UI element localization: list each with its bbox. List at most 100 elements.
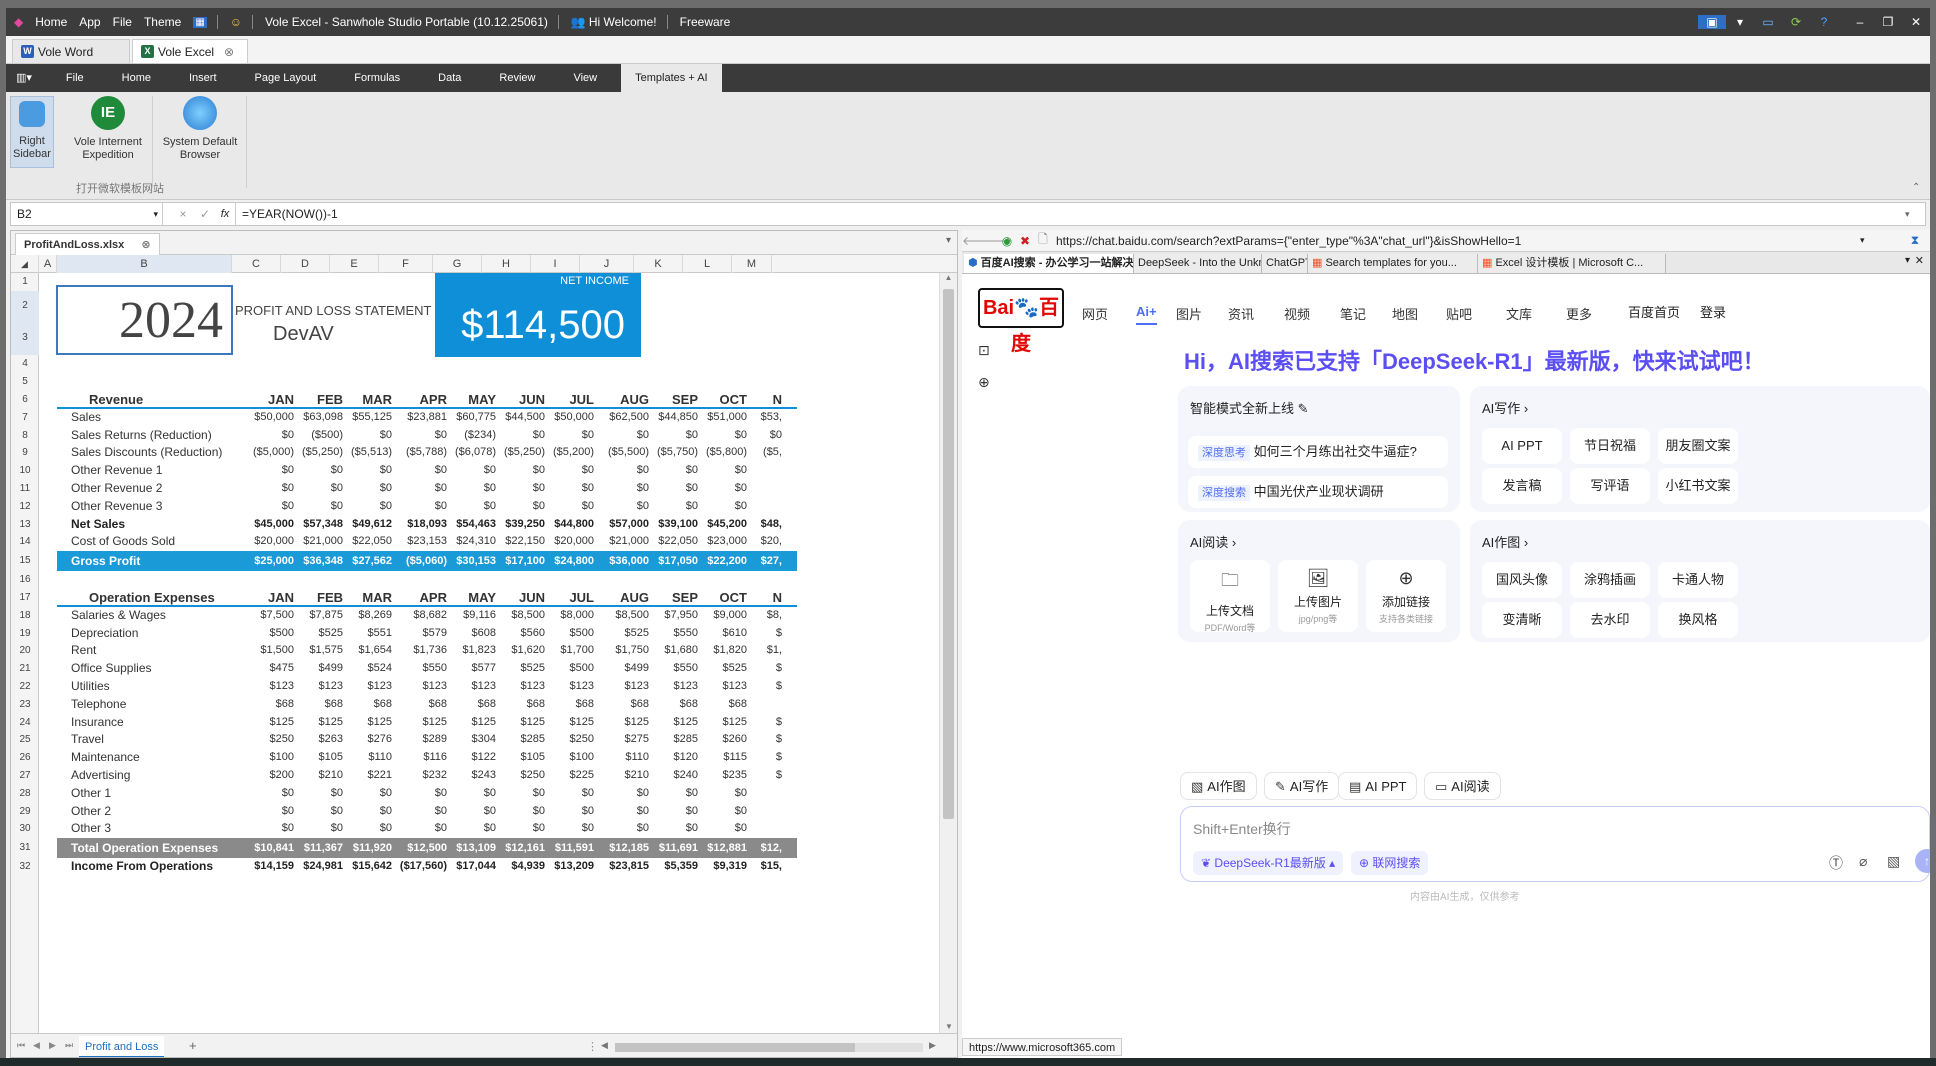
ai-writing-item[interactable]: 发言稿 xyxy=(1482,468,1562,504)
value-cell[interactable]: $27,562 xyxy=(348,551,392,571)
column-header-b[interactable]: B xyxy=(57,255,232,273)
value-cell[interactable]: $0 xyxy=(550,427,594,445)
value-cell[interactable]: $44,800 xyxy=(550,516,594,534)
chat-input[interactable]: Shift+Enter换行 xyxy=(1193,819,1291,839)
sheet-nav-next-icon[interactable]: ▶ xyxy=(49,1040,56,1051)
row-header-10[interactable]: 10 xyxy=(11,462,39,480)
value-cell[interactable]: $260 xyxy=(703,731,747,749)
sheet-nav-prev-icon[interactable]: ◀ xyxy=(33,1040,40,1051)
value-cell[interactable]: $0 xyxy=(550,498,594,516)
value-cell[interactable]: $0 xyxy=(599,498,649,516)
value-cell[interactable]: $500 xyxy=(550,660,594,678)
value-cell[interactable]: $235 xyxy=(703,767,747,785)
value-cell[interactable]: $49,612 xyxy=(348,516,392,534)
value-cell[interactable]: $17,100 xyxy=(501,551,545,571)
row-header-5[interactable]: 5 xyxy=(11,373,39,391)
tab-page-layout[interactable]: Page Layout xyxy=(241,64,331,92)
value-cell[interactable]: ($5,750) xyxy=(654,444,698,462)
value-cell[interactable]: $0 xyxy=(501,498,545,516)
value-cell[interactable]: $551 xyxy=(348,625,392,643)
value-cell[interactable]: $62,500 xyxy=(599,409,649,427)
value-cell[interactable]: $0 xyxy=(299,462,343,480)
value-cell[interactable]: $110 xyxy=(599,749,649,767)
tab-formulas[interactable]: Formulas xyxy=(340,64,414,92)
value-cell[interactable]: $68 xyxy=(299,696,343,714)
value-cell[interactable]: $4,939 xyxy=(501,858,545,876)
column-header-c[interactable]: C xyxy=(232,255,281,273)
value-cell[interactable]: $123 xyxy=(501,678,545,696)
value-cell[interactable]: $525 xyxy=(501,660,545,678)
value-cell[interactable]: $0 xyxy=(397,480,447,498)
value-cell[interactable]: $610 xyxy=(703,625,747,643)
h-scroll-splitter[interactable]: ⋮ xyxy=(587,1040,598,1053)
value-cell[interactable]: $550 xyxy=(654,625,698,643)
value-cell[interactable]: $250 xyxy=(550,731,594,749)
baidu-nav-0[interactable]: 网页 xyxy=(1082,304,1108,323)
ai-writing-item[interactable]: 节日祝福 xyxy=(1570,428,1650,464)
value-cell[interactable]: $68 xyxy=(397,696,447,714)
value-cell[interactable]: $0 xyxy=(397,427,447,445)
collapse-ribbon-icon[interactable]: ⌃ xyxy=(1912,182,1920,193)
value-cell[interactable]: $ xyxy=(752,678,782,696)
value-cell[interactable]: $68 xyxy=(550,696,594,714)
scroll-up-icon[interactable]: ▲ xyxy=(940,273,957,282)
value-cell[interactable]: $123 xyxy=(250,678,294,696)
refresh-icon[interactable]: ⟳ xyxy=(1782,15,1810,29)
select-all-corner[interactable]: ◢ xyxy=(11,255,39,273)
column-header-h[interactable]: H xyxy=(482,255,531,273)
value-cell[interactable]: ($5,513) xyxy=(348,444,392,462)
row-header-32[interactable]: 32 xyxy=(11,858,39,876)
baidu-nav-8[interactable]: 文库 xyxy=(1506,304,1532,323)
value-cell[interactable]: $17,044 xyxy=(452,858,496,876)
value-cell[interactable]: $1,700 xyxy=(550,642,594,660)
value-cell[interactable]: $0 xyxy=(250,498,294,516)
value-cell[interactable]: $20, xyxy=(752,533,782,551)
value-cell[interactable]: $18,093 xyxy=(397,516,447,534)
value-cell[interactable]: $10,841 xyxy=(250,838,294,858)
sheet-nav-last-icon[interactable]: ⏭ xyxy=(65,1040,73,1051)
value-cell[interactable]: $68 xyxy=(654,696,698,714)
value-cell[interactable]: $577 xyxy=(452,660,496,678)
value-cell[interactable]: $0 xyxy=(501,785,545,803)
value-cell[interactable]: $13,209 xyxy=(550,858,594,876)
image-upload-icon[interactable]: ▧ xyxy=(1887,853,1900,870)
tab-insert[interactable]: Insert xyxy=(175,64,231,92)
value-cell[interactable]: $285 xyxy=(501,731,545,749)
value-cell[interactable]: $123 xyxy=(599,678,649,696)
value-cell[interactable]: $23,815 xyxy=(599,858,649,876)
value-cell[interactable]: $15,642 xyxy=(348,858,392,876)
value-cell[interactable]: $250 xyxy=(501,767,545,785)
browser-tab-chatgpt[interactable]: ChatGPT xyxy=(1262,254,1308,273)
value-cell[interactable]: $0 xyxy=(452,803,496,821)
web-search-toggle[interactable]: ⊕ 联网搜索 xyxy=(1351,851,1429,875)
value-cell[interactable]: $1,575 xyxy=(299,642,343,660)
value-cell[interactable]: $36,000 xyxy=(599,551,649,571)
h-scroll-left-icon[interactable]: ◀ xyxy=(601,1040,608,1051)
value-cell[interactable]: $499 xyxy=(299,660,343,678)
value-cell[interactable]: $39,250 xyxy=(501,516,545,534)
menu-home[interactable]: Home xyxy=(35,15,67,29)
value-cell[interactable]: $0 xyxy=(452,785,496,803)
value-cell[interactable]: $0 xyxy=(703,462,747,480)
value-cell[interactable]: $125 xyxy=(348,714,392,732)
row-header-14[interactable]: 14 xyxy=(11,533,39,551)
value-cell[interactable] xyxy=(752,803,782,821)
value-cell[interactable]: ($5,000) xyxy=(250,444,294,462)
value-cell[interactable]: $21,000 xyxy=(599,533,649,551)
ai-drawing-item[interactable]: 去水印 xyxy=(1570,602,1650,638)
value-cell[interactable]: $0 xyxy=(299,803,343,821)
chip-0[interactable]: ▧ AI作图 xyxy=(1180,772,1257,800)
menu-theme[interactable]: Theme xyxy=(144,15,181,29)
value-cell[interactable]: $0 xyxy=(654,427,698,445)
expand-formula-icon[interactable]: ▾ xyxy=(1905,209,1925,220)
value-cell[interactable]: $1,654 xyxy=(348,642,392,660)
value-cell[interactable]: $0 xyxy=(752,427,782,445)
tab-templates-ai[interactable]: Templates + AI xyxy=(621,64,722,92)
value-cell[interactable]: $0 xyxy=(452,498,496,516)
value-cell[interactable]: $23,000 xyxy=(703,533,747,551)
value-cell[interactable]: $54,463 xyxy=(452,516,496,534)
value-cell[interactable]: $0 xyxy=(599,462,649,480)
value-cell[interactable]: ($5,060) xyxy=(397,551,447,571)
baidu-nav-9[interactable]: 更多 xyxy=(1566,304,1592,323)
value-cell[interactable]: $1,500 xyxy=(250,642,294,660)
